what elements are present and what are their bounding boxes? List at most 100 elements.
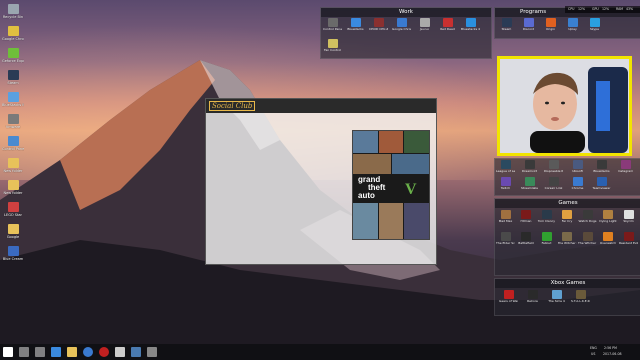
program-item[interactable]: Steam xyxy=(497,18,516,32)
icon-label: BlueStacks Multi-Instance xyxy=(2,103,24,107)
desktop-shortcut[interactable]: New folder xyxy=(2,180,24,195)
program-icon xyxy=(501,18,512,27)
record-icon[interactable] xyxy=(99,347,109,357)
work-fence-item[interactable]: Red Dead xyxy=(438,18,457,32)
xbox-game-item[interactable]: Gears of War 4 xyxy=(499,290,518,304)
desktop-icon xyxy=(7,180,19,190)
game-item[interactable]: Dying Light xyxy=(599,210,618,224)
gta-v-cover-art[interactable]: grand theft auto V xyxy=(352,130,430,240)
app-item[interactable]: Corsair Link xyxy=(544,177,563,191)
work-fence-icon xyxy=(327,18,338,27)
cpu-label: CPU xyxy=(568,7,575,11)
icon-label: Discord xyxy=(522,28,535,31)
desktop-icon xyxy=(7,202,19,212)
game-item[interactable]: Mad Max xyxy=(496,210,515,224)
start-icon[interactable] xyxy=(3,347,13,357)
desktop-shortcut[interactable]: Steam xyxy=(2,70,24,85)
icon-label: New folder xyxy=(3,191,23,195)
icon-label: Steam xyxy=(7,81,19,85)
work-fence-item[interactable]: Bluestacks 4 xyxy=(461,18,480,32)
app-item[interactable]: Instagram xyxy=(616,160,635,174)
steam-icon[interactable] xyxy=(131,347,141,357)
desktop-shortcut[interactable]: Geforce Experience xyxy=(2,48,24,63)
work-fence-item[interactable]: CPUID CPU-Z xyxy=(369,18,388,32)
app-item[interactable]: Bluestacks xyxy=(592,160,611,174)
program-item[interactable]: Origin xyxy=(541,18,560,32)
clock-date[interactable]: 2017-06-08 xyxy=(603,352,622,356)
task-view-icon[interactable] xyxy=(35,347,45,357)
game-item[interactable]: The Witcher 3 xyxy=(558,232,577,246)
game-item[interactable]: Overwatch xyxy=(599,232,618,246)
game-item[interactable]: The Elder Scrolls xyxy=(496,232,515,246)
app-item[interactable]: Dreamvirt xyxy=(520,160,539,174)
launcher-title-bar[interactable]: Social Club xyxy=(206,99,436,113)
game-item[interactable]: Fallout xyxy=(537,232,556,246)
app-item[interactable]: Chrome xyxy=(568,177,587,191)
explorer-icon[interactable] xyxy=(67,347,77,357)
active-window-icon[interactable] xyxy=(147,347,157,357)
desktop-shortcut[interactable]: Control Panel xyxy=(2,136,24,151)
app-icon xyxy=(596,160,607,169)
work-fence-item[interactable]: Bluestacks xyxy=(346,18,365,32)
game-item[interactable]: Skyrim xyxy=(619,210,638,224)
clock-time[interactable]: 2:56 PM xyxy=(604,346,617,350)
program-item[interactable]: Discord xyxy=(519,18,538,32)
apps-fence[interactable]: League of Legends Dreamvirt Disposable Rec… xyxy=(494,158,640,196)
xbox-game-item[interactable]: ReCore xyxy=(523,290,542,304)
ram-value: 43% xyxy=(626,7,634,11)
app-item[interactable]: Ubisoft xyxy=(568,160,587,174)
program-icon xyxy=(523,18,534,27)
app-item[interactable]: Twitch xyxy=(496,177,515,191)
edge-icon[interactable] xyxy=(51,347,61,357)
chrome-icon[interactable] xyxy=(83,347,93,357)
game-item[interactable]: Watch Dogs xyxy=(578,210,597,224)
desktop-icon xyxy=(7,48,19,58)
work-fence-item[interactable]: Google Chrome xyxy=(392,18,411,32)
desktop-shortcut[interactable]: Recycle Bin xyxy=(2,4,24,19)
search-icon[interactable] xyxy=(19,347,29,357)
app-item[interactable]: Streamlabs xyxy=(520,177,539,191)
game-item[interactable]: Battlefield xyxy=(517,232,536,246)
desktop-shortcut[interactable]: Blue Cream xyxy=(2,246,24,261)
icon-label: Jeu Lo xyxy=(419,28,430,31)
game-icon xyxy=(521,232,531,241)
games-fence[interactable]: Games Mad Max Hitman Tom Clancy Far Cry Watc… xyxy=(494,198,640,276)
app-item[interactable]: League of Legends xyxy=(496,160,515,174)
game-item[interactable]: Hitman xyxy=(517,210,536,224)
desktop-shortcut[interactable]: Google xyxy=(2,224,24,239)
game-item[interactable]: Resident Evil xyxy=(619,232,638,246)
game-icon xyxy=(603,210,613,219)
program-item[interactable]: Uplay xyxy=(563,18,582,32)
store-icon[interactable] xyxy=(115,347,125,357)
icon-label: Skype xyxy=(589,28,600,31)
xbox-game-item[interactable]: The Sims 4 xyxy=(547,290,566,304)
work-fence-item[interactable]: Fan Control xyxy=(323,39,342,53)
desktop-shortcut[interactable]: LEGO Star xyxy=(2,202,24,217)
game-item[interactable]: Tom Clancy xyxy=(537,210,556,224)
work-fence-item[interactable]: Control Panel xyxy=(323,18,342,32)
game-item[interactable]: The Witcher 3 Wild Hunt xyxy=(578,232,597,246)
app-icon xyxy=(572,160,583,169)
desktop-shortcut[interactable]: Vmware xyxy=(2,114,24,129)
work-fence[interactable]: Work Control Panel Bluestacks CPUID CPU-Z G… xyxy=(320,7,492,59)
game-icon xyxy=(623,232,634,241)
desktop-shortcut[interactable]: Google Chrome xyxy=(2,26,24,41)
icon-label: The Elder Scrolls xyxy=(496,242,515,245)
desktop-shortcut[interactable]: BlueStacks Multi-Instance xyxy=(2,92,24,107)
work-fence-item[interactable]: Jeu Lo xyxy=(415,18,434,32)
xbox-game-item[interactable]: S.T.A.L.K.E.R. Call of Pripyat xyxy=(571,290,590,304)
game-icon xyxy=(623,210,634,219)
desktop-shortcut[interactable]: New folder xyxy=(2,158,24,173)
icon-label: The Sims 4 xyxy=(548,300,565,303)
app-item[interactable]: Disposable Rec xyxy=(544,160,563,174)
game-item[interactable]: Far Cry xyxy=(558,210,577,224)
language-indicator[interactable]: ENG xyxy=(590,346,597,350)
icon-label: Steam xyxy=(501,28,512,31)
program-item[interactable]: Skype xyxy=(585,18,604,32)
app-icon xyxy=(572,177,583,186)
icon-label: Bluestacks xyxy=(593,170,610,173)
game-icon xyxy=(521,210,531,219)
game-icon xyxy=(541,232,552,241)
xbox-games-fence[interactable]: Xbox Games Gears of War 4 ReCore The Sims … xyxy=(494,278,640,316)
app-item[interactable]: Teamviewer xyxy=(592,177,611,191)
